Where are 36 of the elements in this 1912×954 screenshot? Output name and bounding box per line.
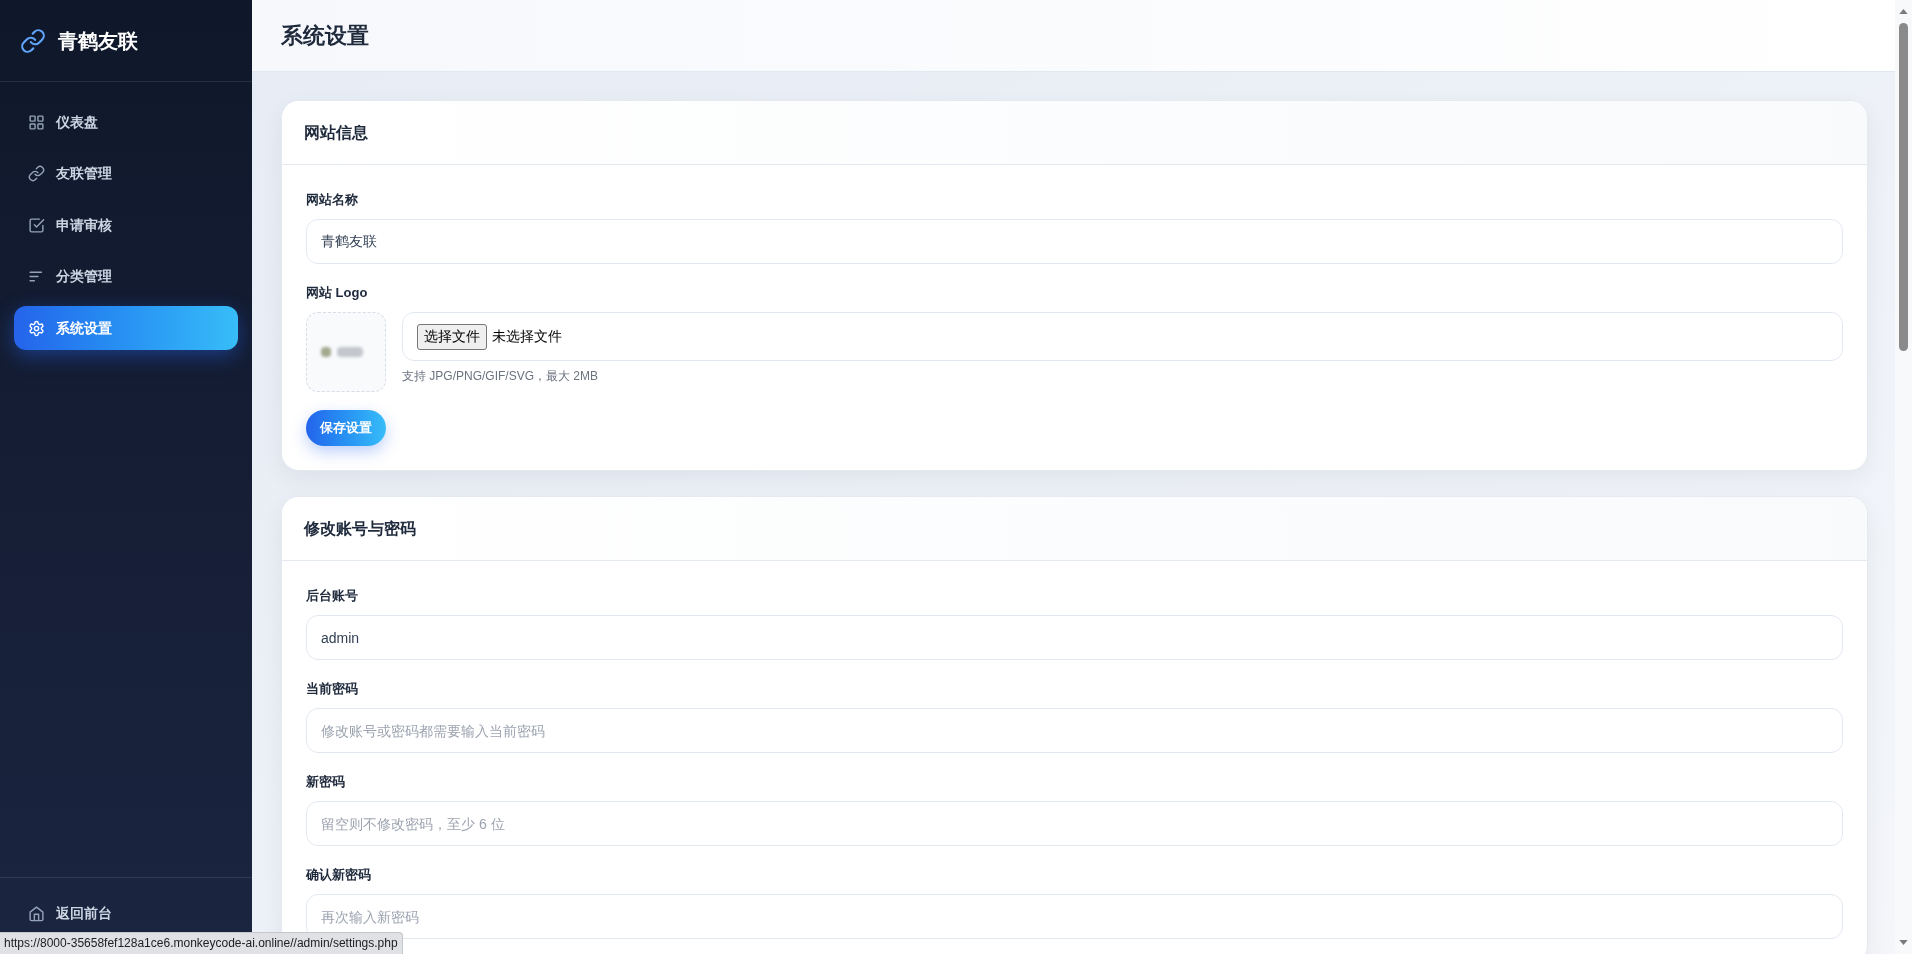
checkbox-icon [28,216,45,234]
scroll-up-icon[interactable] [1899,9,1908,14]
brand-name: 青鹤友联 [58,28,138,54]
home-icon [28,904,45,922]
field-label: 新密码 [306,774,346,790]
input-field[interactable]: 青鹤友联 [306,219,1843,264]
file-upload-field[interactable]: 选择文件 未选择文件 [402,312,1843,361]
choose-file-button[interactable]: 选择文件 [417,323,487,350]
card-title: 网站信息 [304,122,368,143]
scrollbar-thumb[interactable] [1899,23,1908,351]
grid-icon [28,113,45,131]
link-icon [28,165,45,182]
scroll-down-icon[interactable] [1899,940,1908,945]
status-url: https://8000-35658fef128a1ce6.monkeycode-ai.online//admin/settings.php [0,932,403,954]
settings-icon [28,319,45,337]
input-field[interactable]: 修改账号或密码都需要输入当前密码 [306,708,1843,753]
save-settings-button[interactable]: 保存设置 [306,410,386,446]
page-title: 系统设置 [281,22,369,50]
sidebar-item[interactable]: 申请审核 [14,203,238,247]
sidebar-item[interactable]: 分类管理 [14,254,238,299]
link-icon [20,27,46,54]
sidebar-item[interactable]: 友联管理 [14,151,238,196]
field-label: 网站 Logo [306,285,369,301]
field-label: 网站名称 [306,192,359,208]
field-label: 确认新密码 [306,867,372,883]
input-field[interactable]: 再次输入新密码 [306,894,1843,939]
field-label: 后台账号 [306,588,359,604]
sidebar-item[interactable]: 系统设置 [14,306,238,350]
card-title: 修改账号与密码 [304,518,416,539]
sidebar-item[interactable]: 仪表盘 [14,100,238,144]
input-field[interactable]: admin [306,615,1843,660]
upload-hint: 支持 JPG/PNG/GIF/SVG，最大 2MB [402,368,600,384]
back-to-site-link[interactable]: 返回前台 [14,891,238,935]
input-field[interactable]: 留空则不修改密码，至少 6 位 [306,801,1843,846]
file-status: 未选择文件 [492,327,562,346]
field-label: 当前密码 [306,681,359,697]
